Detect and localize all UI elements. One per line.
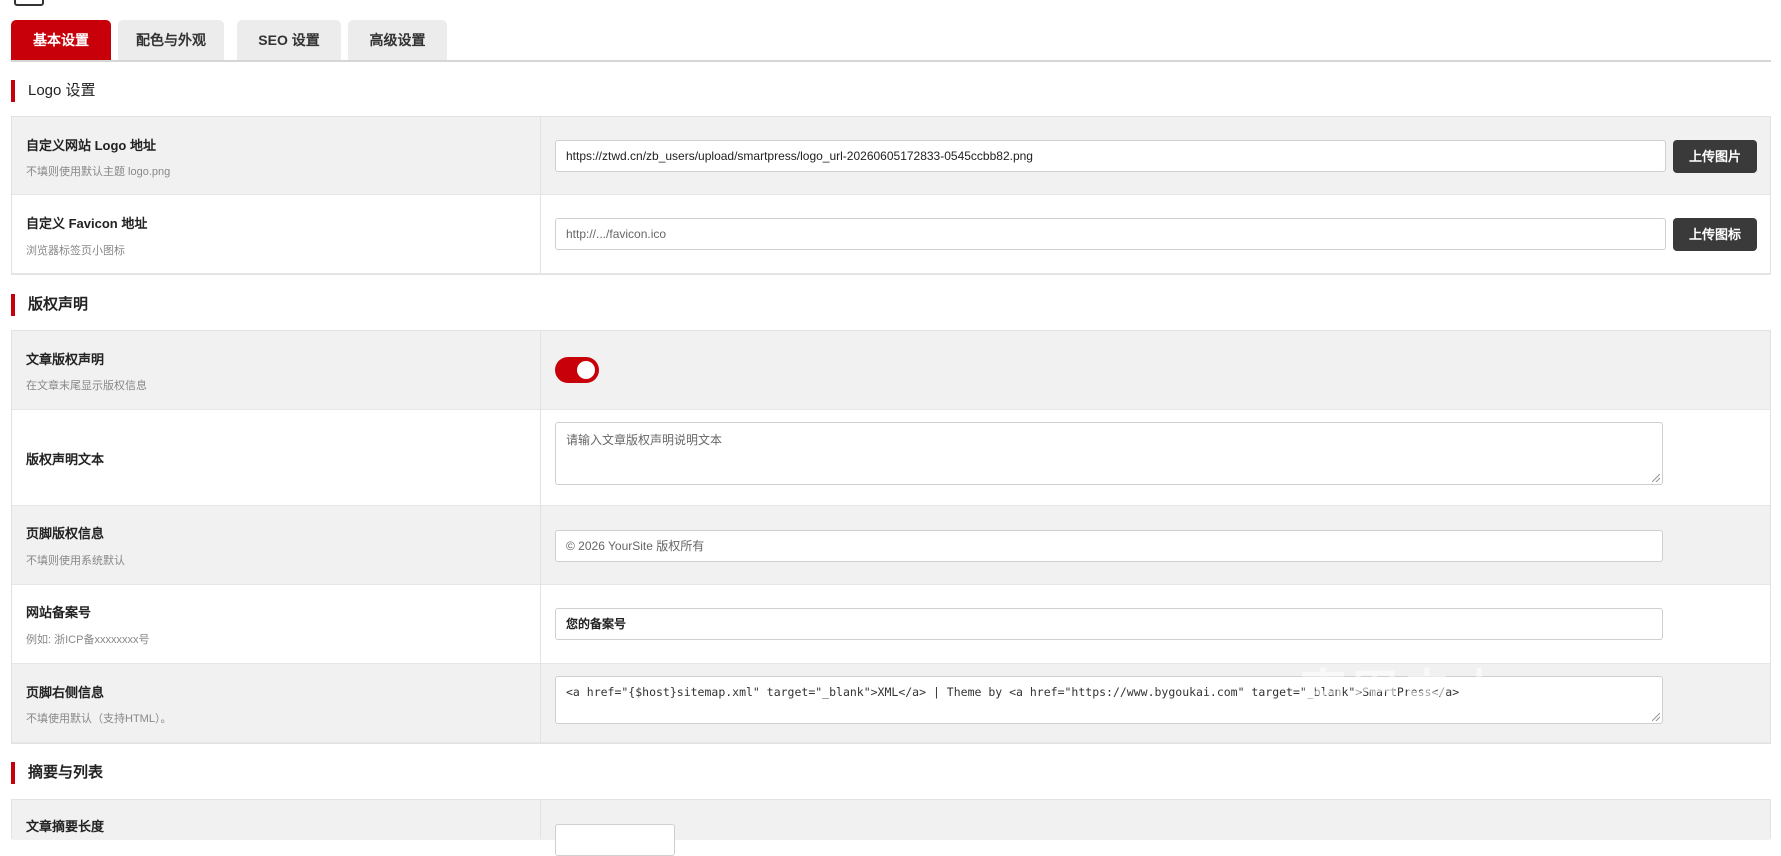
icp-label: 网站备案号 [26,605,92,620]
upload-image-button[interactable]: 上传图片 [1673,140,1757,173]
favicon-input[interactable]: http://.../favicon.ico [555,218,1666,250]
section-title-copyright: 版权声明 [11,294,88,316]
excerpt-length-row: 文章摘要长度 [12,800,1770,856]
upload-icon-button[interactable]: 上传图标 [1673,218,1757,251]
article-copyright-desc: 在文章末尾显示版权信息 [26,380,147,392]
column-divider [540,800,541,839]
column-divider [540,331,541,743]
excerpt-length-input[interactable] [555,824,675,856]
tab-seo-settings[interactable]: SEO 设置 [237,20,341,60]
excerpt-length-label: 文章摘要长度 [26,819,105,834]
article-copyright-label: 文章版权声明 [26,352,105,367]
watermark-domain: com [1470,670,1536,706]
favicon-row: 自定义 Favicon 地址 浏览器标签页小图标 http://.../favi… [12,195,1770,274]
footer-right-desc: 不填使用默认（支持HTML）。 [26,713,172,725]
tab-colors-appearance[interactable]: 配色与外观 [118,20,224,60]
footer-copyright-row: 页脚版权信息 不填则使用系统默认 © 2026 YourSite 版权所有 [12,506,1770,585]
settings-tabs: 基本设置 配色与外观 SEO 设置 高级设置 [11,20,1771,62]
toggle-knob [577,361,595,379]
favicon-desc: 浏览器标签页小图标 [26,245,125,257]
copyright-text-label: 版权声明文本 [26,452,105,467]
footer-copyright-desc: 不填则使用系统默认 [26,555,125,567]
tab-advanced-settings[interactable]: 高级设置 [348,20,447,60]
column-divider [540,117,541,274]
article-copyright-row: 文章版权声明 在文章末尾显示版权信息 [12,331,1770,410]
tab-basic-settings[interactable]: 基本设置 [11,20,111,60]
logo-url-label: 自定义网站 Logo 地址 [26,138,156,153]
summary-settings-block: 文章摘要长度 [11,799,1771,856]
icp-input[interactable]: 您的备案号 [555,608,1663,640]
copyright-text-textarea[interactable]: 请输入文章版权声明说明文本 [555,422,1663,485]
resize-handle[interactable] [1652,474,1660,482]
section-title-summary: 摘要与列表 [11,762,103,784]
logo-url-desc: 不填则使用默认主题 logo.png [26,166,171,178]
logo-url-input[interactable]: https://ztwd.cn/zb_users/upload/smartpre… [555,140,1666,172]
icp-row: 网站备案号 例如: 浙ICP备xxxxxxxx号 您的备案号 [12,585,1770,664]
footer-copyright-label: 页脚版权信息 [26,526,105,541]
copyright-text-placeholder: 请输入文章版权声明说明文本 [566,433,723,447]
footer-copyright-input[interactable]: © 2026 YourSite 版权所有 [555,530,1663,562]
favicon-label: 自定义 Favicon 地址 [26,216,148,231]
logo-url-row: 自定义网站 Logo 地址 不填则使用默认主题 logo.png https:/… [12,117,1770,195]
footer-right-label: 页脚右侧信息 [26,685,105,700]
section-title-logo: Logo 设置 [11,80,96,102]
logo-settings-block: 自定义网站 Logo 地址 不填则使用默认主题 logo.png https:/… [11,116,1771,275]
copyright-text-row: 版权声明文本 请输入文章版权声明说明文本 [12,410,1770,506]
top-corner-widget [14,0,44,6]
icp-desc: 例如: 浙ICP备xxxxxxxx号 [26,634,150,646]
article-copyright-toggle[interactable] [555,357,599,383]
